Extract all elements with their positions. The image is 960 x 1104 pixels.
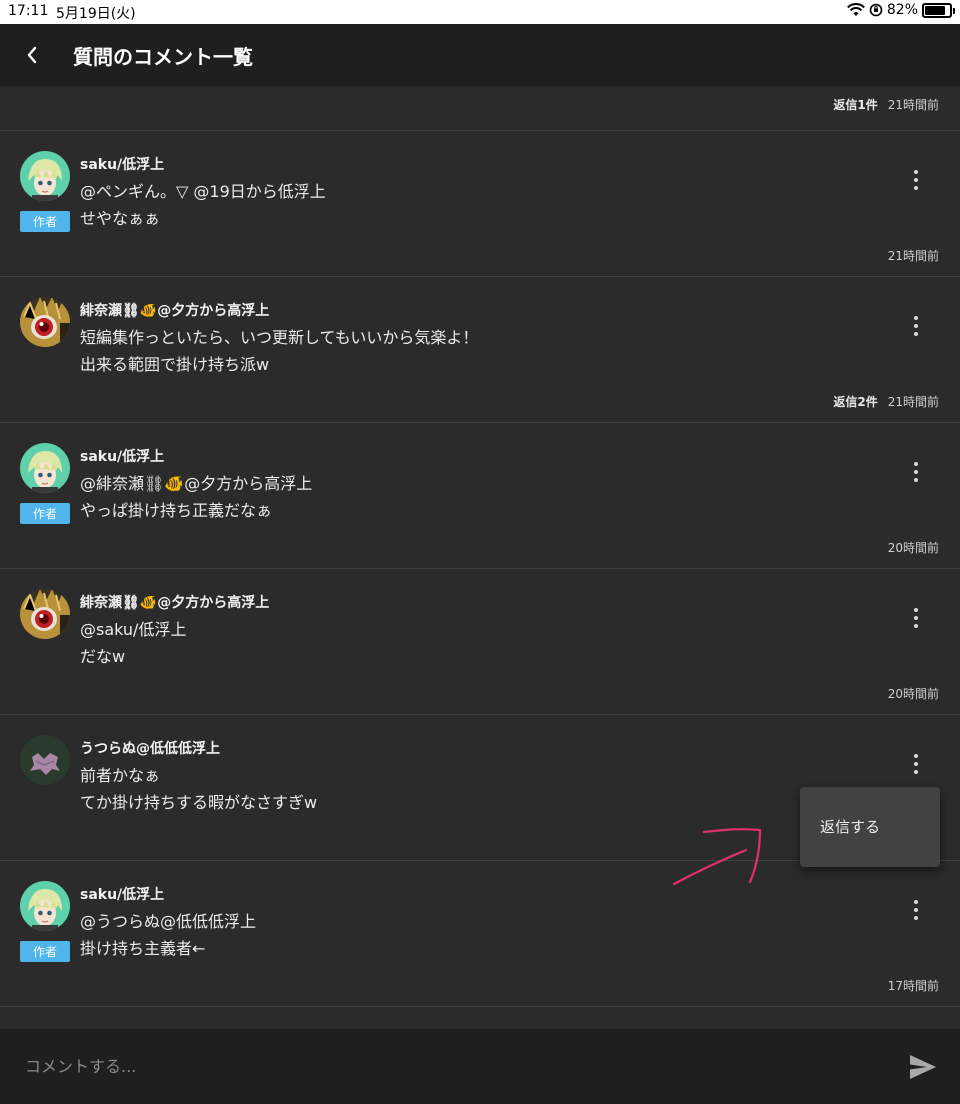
more-vertical-icon bbox=[914, 316, 918, 320]
avatar[interactable] bbox=[20, 443, 70, 493]
avatar[interactable] bbox=[20, 589, 70, 639]
author-badge: 作者 bbox=[20, 503, 70, 524]
comment-line: てか掛け持ちする暇がなさすぎw bbox=[80, 793, 318, 812]
reply-count-link[interactable]: 返信1件 bbox=[833, 98, 877, 112]
comment-author[interactable]: 緋奈瀬⛓🐠@夕方から高浮上 bbox=[80, 300, 269, 320]
avatar[interactable] bbox=[20, 881, 70, 931]
rotation-lock-icon bbox=[869, 3, 883, 17]
comment-line: やっぱ掛け持ち正義だなぁ bbox=[80, 501, 273, 520]
comment-author[interactable]: 緋奈瀬⛓🐠@夕方から高浮上 bbox=[80, 592, 269, 612]
comment-body: @緋奈瀬⛓🐠@夕方から高浮上 やっぱ掛け持ち正義だなぁ bbox=[80, 470, 312, 524]
user-avatar-image bbox=[20, 589, 70, 639]
comment-author[interactable]: saku/低浮上 bbox=[80, 884, 164, 904]
comment-line: 短編集作っといたら、いつ更新してもいいから気楽よ！ bbox=[80, 328, 479, 347]
comment-item: 緋奈瀬⛓🐠@夕方から高浮上 短編集作っといたら、いつ更新してもいいから気楽よ！ … bbox=[0, 277, 960, 423]
author-badge: 作者 bbox=[20, 941, 70, 962]
more-vertical-icon bbox=[914, 900, 918, 904]
comment-body: @うつらぬ@低低低浮上 掛け持ち主義者← bbox=[80, 908, 256, 962]
status-right: 82% bbox=[846, 2, 955, 18]
reply-count-link[interactable]: 返信2件 bbox=[833, 395, 877, 409]
comment-time: 21時間前 bbox=[887, 249, 939, 263]
comment-body: 短編集作っといたら、いつ更新してもいいから気楽よ！ 出来る範囲で掛け持ち派w bbox=[80, 324, 478, 378]
app-header: 質問のコメント一覧 bbox=[0, 24, 960, 86]
send-icon bbox=[910, 1055, 936, 1079]
comment-line: @saku/低浮上 bbox=[80, 620, 187, 639]
page-title: 質問のコメント一覧 bbox=[73, 45, 253, 69]
comment-author[interactable]: うつらぬ@低低低浮上 bbox=[80, 738, 220, 758]
wifi-icon bbox=[846, 3, 865, 16]
comment-line: @緋奈瀬⛓🐠@夕方から高浮上 bbox=[80, 474, 313, 493]
options-menu: 返信する bbox=[800, 787, 940, 867]
comment-meta: 返信2件 21時間前 bbox=[833, 393, 939, 410]
more-options-button[interactable] bbox=[908, 459, 924, 485]
annotation-arrow bbox=[672, 828, 762, 886]
user-avatar-image bbox=[20, 881, 70, 931]
comment-item: 作者 saku/低浮上 @ペンギん。▽ @19日から低浮上 せやなぁぁ 21時間… bbox=[0, 131, 960, 277]
comment-meta: 返信1件 21時間前 bbox=[833, 96, 939, 113]
author-badge: 作者 bbox=[20, 211, 70, 232]
more-vertical-icon bbox=[914, 170, 918, 174]
more-vertical-icon bbox=[914, 608, 918, 612]
back-button[interactable] bbox=[16, 40, 48, 70]
avatar[interactable] bbox=[20, 297, 70, 347]
previous-comment-footer: 返信1件 21時間前 bbox=[0, 86, 960, 131]
more-options-button[interactable] bbox=[908, 751, 924, 777]
comment-author[interactable]: saku/低浮上 bbox=[80, 446, 164, 466]
comment-line: 出来る範囲で掛け持ち派w bbox=[80, 355, 270, 374]
status-date: 5月19日(火) bbox=[56, 6, 136, 22]
more-vertical-icon bbox=[914, 754, 918, 758]
send-button[interactable] bbox=[908, 1053, 938, 1081]
comment-line: 掛け持ち主義者← bbox=[80, 939, 206, 958]
battery-icon bbox=[922, 2, 955, 18]
comment-meta: 20時間前 bbox=[888, 685, 939, 702]
user-avatar-image bbox=[20, 297, 70, 347]
reply-menu-item[interactable]: 返信する bbox=[800, 807, 940, 847]
user-avatar-image bbox=[20, 151, 70, 201]
comment-line: 前者かなぁ bbox=[80, 766, 161, 785]
battery-fill bbox=[925, 5, 945, 15]
more-vertical-icon bbox=[914, 462, 918, 466]
comment-time: 21時間前 bbox=[887, 98, 939, 112]
comment-body: 前者かなぁ てか掛け持ちする暇がなさすぎw bbox=[80, 762, 317, 816]
comment-time: 21時間前 bbox=[887, 395, 939, 409]
comment-composer bbox=[0, 1029, 960, 1104]
status-time: 17:11 bbox=[8, 3, 49, 19]
user-avatar-image bbox=[20, 735, 70, 785]
comment-input[interactable] bbox=[0, 1029, 880, 1104]
comment-time: 20時間前 bbox=[887, 687, 939, 701]
comment-line: @ペンギん。▽ @19日から低浮上 bbox=[80, 182, 326, 201]
chevron-left-icon bbox=[27, 46, 37, 64]
comment-body: @ペンギん。▽ @19日から低浮上 せやなぁぁ bbox=[80, 178, 326, 232]
comment-meta: 20時間前 bbox=[888, 539, 939, 556]
comment-meta: 17時間前 bbox=[888, 977, 939, 994]
comment-item: 緋奈瀬⛓🐠@夕方から高浮上 @saku/低浮上 だなw 20時間前 bbox=[0, 569, 960, 715]
avatar[interactable] bbox=[20, 151, 70, 201]
battery-percent: 82% bbox=[886, 2, 918, 18]
comment-body: @saku/低浮上 だなw bbox=[80, 616, 186, 670]
more-options-button[interactable] bbox=[908, 605, 924, 631]
comment-item: 作者 saku/低浮上 @うつらぬ@低低低浮上 掛け持ち主義者← 17時間前 bbox=[0, 861, 960, 1007]
comment-line: @うつらぬ@低低低浮上 bbox=[80, 912, 257, 931]
more-options-button[interactable] bbox=[908, 313, 924, 339]
status-bar: 17:11 5月19日(火) 82% bbox=[0, 0, 960, 24]
comment-item: 作者 saku/低浮上 @緋奈瀬⛓🐠@夕方から高浮上 やっぱ掛け持ち正義だなぁ … bbox=[0, 423, 960, 569]
comment-line: だなw bbox=[80, 647, 126, 666]
user-avatar-image bbox=[20, 443, 70, 493]
more-options-button[interactable] bbox=[908, 897, 924, 923]
comment-time: 20時間前 bbox=[887, 541, 939, 555]
comment-meta: 21時間前 bbox=[888, 247, 939, 264]
comment-author[interactable]: saku/低浮上 bbox=[80, 154, 164, 174]
comment-time: 17時間前 bbox=[887, 979, 939, 993]
more-options-button[interactable] bbox=[908, 167, 924, 193]
comment-list[interactable]: 返信1件 21時間前 作者 saku/低浮上 @ペンギん。▽ @19日から低浮上 … bbox=[0, 86, 960, 1007]
comment-line: せやなぁぁ bbox=[80, 209, 161, 228]
avatar[interactable] bbox=[20, 735, 70, 785]
